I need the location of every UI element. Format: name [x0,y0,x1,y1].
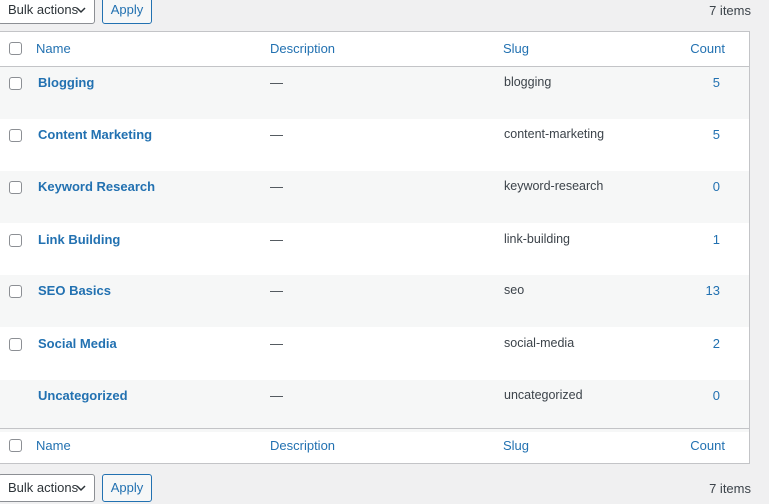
column-footer-count[interactable]: Count [690,438,725,453]
row-checkbox[interactable] [9,77,22,90]
category-description: — [270,388,283,403]
table-row: Link Building — link-building 1 [0,224,749,276]
category-name-link[interactable]: Social Media [38,336,117,351]
category-count-link[interactable]: 13 [706,283,720,298]
chevron-down-icon [76,485,86,492]
category-description: — [270,283,283,298]
category-name-link[interactable]: Keyword Research [38,179,155,194]
category-count-link[interactable]: 2 [713,336,720,351]
table-row: Keyword Research — keyword-research 0 [0,171,749,223]
category-count-link[interactable]: 5 [713,127,720,142]
category-slug: social-media [504,336,575,350]
row-checkbox[interactable] [9,285,22,298]
category-slug: link-building [504,232,571,246]
column-footer-slug[interactable]: Slug [503,438,529,453]
category-count-link[interactable]: 0 [713,388,720,403]
column-header-count[interactable]: Count [690,41,725,56]
category-slug: uncategorized [504,388,583,402]
category-name-link[interactable]: SEO Basics [38,283,111,298]
apply-button-bottom[interactable]: Apply [102,474,152,502]
apply-button[interactable]: Apply [102,0,152,24]
select-all-checkbox[interactable] [9,42,22,55]
column-footer-description[interactable]: Description [270,438,335,453]
categories-table: Name Description Slug Count Blogging — b… [0,31,750,464]
table-row: Content Marketing — content-marketing 5 [0,119,749,171]
category-name-link[interactable]: Uncategorized [38,388,128,403]
bulk-actions-label: Bulk actions [8,2,79,17]
row-checkbox[interactable] [9,129,22,142]
column-header-name[interactable]: Name [36,41,71,56]
table-footer: Name Description Slug Count [0,428,749,463]
column-header-slug[interactable]: Slug [503,41,529,56]
row-checkbox[interactable] [9,234,22,247]
row-checkbox[interactable] [9,181,22,194]
tablenav-top: Bulk actions Apply 7 items [0,0,769,26]
table-row: Uncategorized — uncategorized 0 [0,380,749,432]
bulk-actions-select-bottom[interactable]: Bulk actions [0,474,95,502]
items-count-bottom: 7 items [709,481,751,496]
category-description: — [270,127,283,142]
bulk-actions-label: Bulk actions [8,480,79,495]
category-slug: content-marketing [504,127,605,141]
table-row: SEO Basics — seo 13 [0,275,749,327]
category-count-link[interactable]: 1 [713,232,720,247]
category-slug: seo [504,283,525,297]
category-count-link[interactable]: 5 [713,75,720,90]
category-name-link[interactable]: Blogging [38,75,94,90]
bulk-actions-select[interactable]: Bulk actions [0,0,95,24]
category-slug: blogging [504,75,552,89]
category-description: — [270,75,283,90]
chevron-down-icon [76,7,86,14]
table-row: Blogging — blogging 5 [0,67,749,119]
column-footer-name[interactable]: Name [36,438,71,453]
table-header: Name Description Slug Count [0,32,749,67]
category-name-link[interactable]: Link Building [38,232,120,247]
category-name-link[interactable]: Content Marketing [38,127,152,142]
category-description: — [270,232,283,247]
items-count: 7 items [709,3,751,18]
category-count-link[interactable]: 0 [713,179,720,194]
row-checkbox[interactable] [9,338,22,351]
select-all-checkbox-footer[interactable] [9,439,22,452]
category-description: — [270,336,283,351]
category-description: — [270,179,283,194]
column-header-description[interactable]: Description [270,41,335,56]
category-slug: keyword-research [504,179,604,193]
table-row: Social Media — social-media 2 [0,328,749,380]
